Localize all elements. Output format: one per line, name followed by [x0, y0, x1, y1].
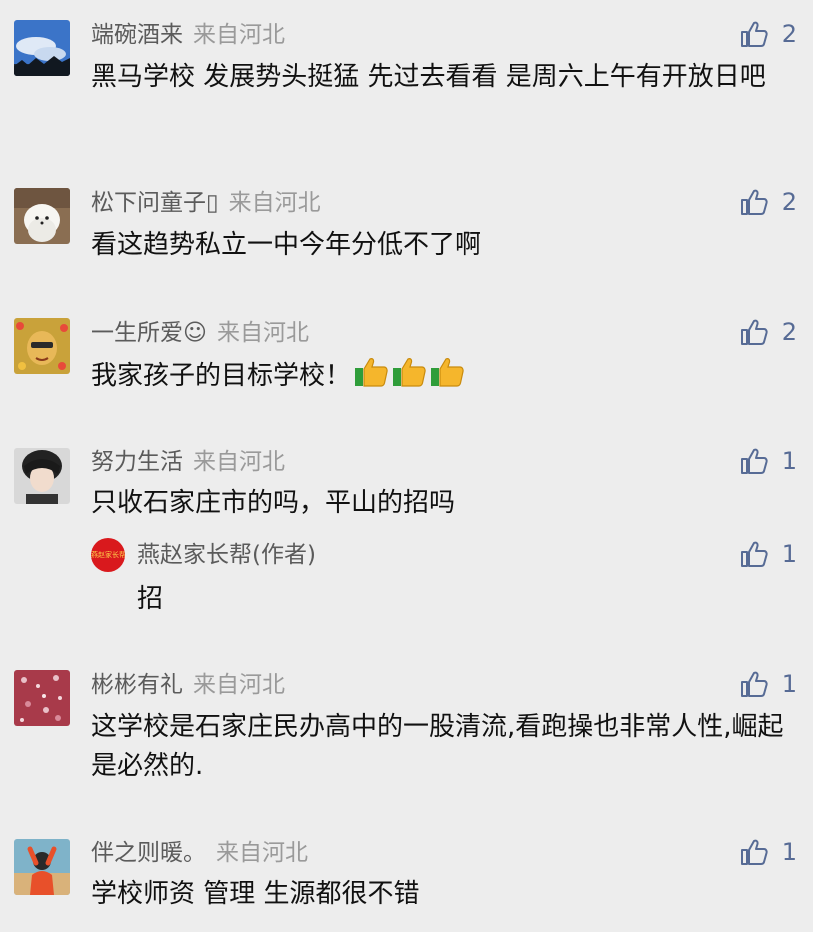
comment-meta: 松下问童子▯ 来自河北: [91, 188, 321, 218]
reply-text: 招: [137, 584, 164, 614]
like-count: 1: [781, 447, 797, 475]
thumbs-up-emoji-icon: [353, 356, 389, 400]
commenter-name[interactable]: 努力生活: [91, 449, 183, 475]
comment-location: 来自河北: [193, 672, 285, 698]
like-button[interactable]: 1: [740, 836, 797, 868]
comment-location: 来自河北: [193, 449, 285, 475]
commenter-name[interactable]: 端碗酒来: [91, 22, 183, 48]
thumbs-up-icon: [740, 541, 768, 567]
like-button[interactable]: 2: [740, 18, 797, 50]
comment-location: 来自河北: [193, 22, 285, 48]
comment-item: 努力生活 来自河北 1 只收石家庄市的吗，平山的招吗 燕赵家长帮 燕赵家长帮(作者…: [0, 430, 813, 650]
comment-item: 端碗酒来 来自河北 2 黑马学校 发展势头挺猛 先过去看看 是周六上午有开放日吧: [0, 0, 813, 160]
reply-author-name[interactable]: 燕赵家长帮(作者): [137, 540, 316, 570]
comment-item: 彬彬有礼 来自河北 1 这学校是石家庄民办高中的一股清流,看跑操也非常人性,崛起是…: [0, 652, 813, 822]
comment-location: 来自河北: [228, 190, 321, 216]
like-count: 2: [781, 188, 797, 216]
like-count: 1: [781, 670, 797, 698]
comment-meta: 伴之则暖。 来自河北: [91, 838, 308, 868]
thumbs-up-icon: [740, 448, 768, 474]
like-button[interactable]: 1: [740, 668, 797, 700]
like-count: 1: [781, 838, 797, 866]
like-button[interactable]: 2: [740, 316, 797, 348]
commenter-name[interactable]: 彬彬有礼: [91, 672, 183, 698]
like-button[interactable]: 2: [740, 186, 797, 218]
like-count: 2: [781, 20, 797, 48]
avatar[interactable]: [14, 20, 70, 76]
thumbs-up-icon: [740, 189, 768, 215]
commenter-name[interactable]: 伴之则暖。: [91, 840, 206, 866]
comment-text: 看这趋势私立一中今年分低不了啊: [91, 230, 482, 260]
commenter-name[interactable]: 松下问童子▯: [91, 190, 219, 216]
comment-location: 来自河北: [216, 320, 309, 346]
avatar[interactable]: [14, 188, 70, 244]
comment-text: 黑马学校 发展势头挺猛 先过去看看 是周六上午有开放日吧: [91, 62, 766, 92]
comment-location: 来自河北: [216, 840, 308, 866]
like-count: 2: [781, 318, 797, 346]
comment-item: 伴之则暖。 来自河北 1 学校师资 管理 生源都很不错: [0, 822, 813, 932]
commenter-name[interactable]: 一生所爱☺: [91, 320, 207, 346]
thumbs-up-icon: [740, 319, 768, 345]
like-button[interactable]: 1: [740, 445, 797, 477]
thumbs-up-emoji-icon: [429, 356, 465, 400]
thumbs-up-icon: [740, 21, 768, 47]
comment-text-content: 我家孩子的目标学校！: [91, 361, 352, 391]
comment-item: 松下问童子▯ 来自河北 2 看这趋势私立一中今年分低不了啊: [0, 170, 813, 290]
avatar[interactable]: [14, 448, 70, 504]
comment-text: 我家孩子的目标学校！: [91, 356, 803, 400]
avatar[interactable]: [14, 839, 70, 895]
avatar[interactable]: [14, 318, 70, 374]
thumbs-up-icon: [740, 671, 768, 697]
comment-text: 只收石家庄市的吗，平山的招吗: [91, 488, 456, 518]
comment-text: 学校师资 管理 生源都很不错: [91, 879, 420, 909]
comment-item: 一生所爱☺ 来自河北 2 我家孩子的目标学校！: [0, 300, 813, 425]
comment-meta: 一生所爱☺ 来自河北: [91, 318, 309, 348]
thumbs-up-icon: [740, 839, 768, 865]
author-avatar[interactable]: 燕赵家长帮: [91, 538, 125, 572]
comment-text: 这学校是石家庄民办高中的一股清流,看跑操也非常人性,崛起是必然的.: [91, 712, 784, 781]
comment-meta: 努力生活 来自河北: [91, 447, 285, 477]
reply-like-button[interactable]: 1: [740, 538, 797, 570]
like-count: 1: [781, 540, 797, 568]
comment-meta: 端碗酒来 来自河北: [91, 20, 285, 50]
avatar[interactable]: [14, 670, 70, 726]
thumbs-up-emoji-icon: [391, 356, 427, 400]
comment-meta: 彬彬有礼 来自河北: [91, 670, 285, 700]
